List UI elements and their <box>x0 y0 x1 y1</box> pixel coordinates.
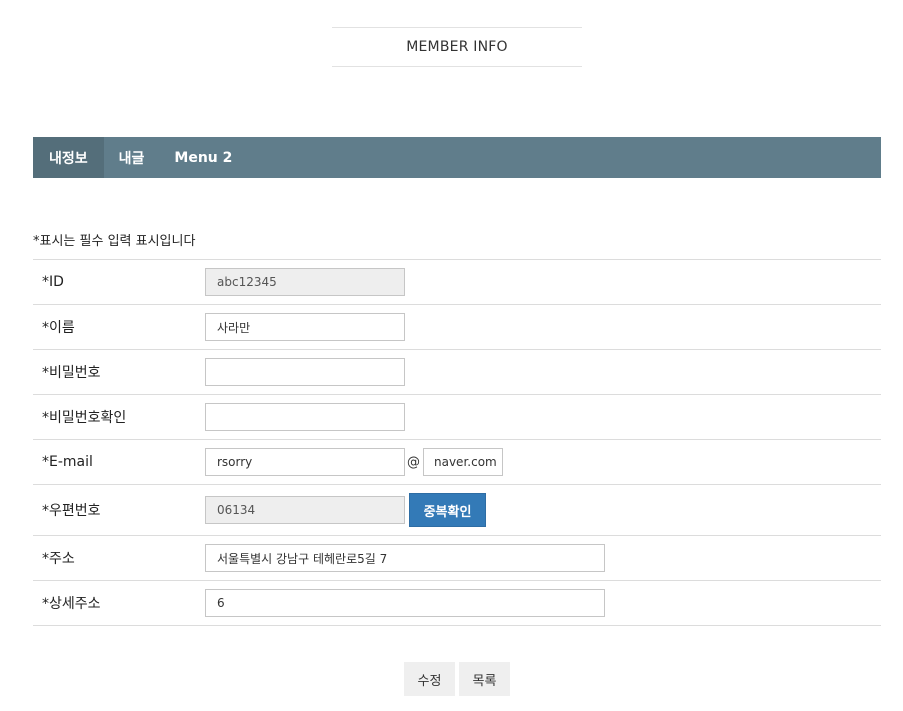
password-confirm-label: *비밀번호확인 <box>42 410 127 426</box>
tab-my-info[interactable]: 내정보 <box>33 137 104 178</box>
tab-my-posts[interactable]: 내글 <box>104 137 160 178</box>
email-user-field[interactable]: rsorry <box>205 448 405 476</box>
list-button[interactable]: 목록 <box>459 662 510 696</box>
page-title-text: MEMBER INFO <box>406 39 508 55</box>
form-row-password-confirm: *비밀번호확인 <box>33 395 881 440</box>
form-row-address-detail: *상세주소 6 <box>33 581 881 626</box>
form-row-password: *비밀번호 <box>33 350 881 395</box>
form-row-name: *이름 사라만 <box>33 305 881 350</box>
zipcode-field: 06134 <box>205 496 405 524</box>
password-field[interactable] <box>205 358 405 386</box>
tab-bar: 내정보 내글 Menu 2 <box>33 137 881 178</box>
duplicate-check-button[interactable]: 중복확인 <box>409 493 486 527</box>
form-row-id: *ID abc12345 <box>33 260 881 305</box>
page-title: MEMBER INFO <box>332 27 582 67</box>
edit-button[interactable]: 수정 <box>404 662 455 696</box>
address-detail-field[interactable]: 6 <box>205 589 605 617</box>
name-field[interactable]: 사라만 <box>205 313 405 341</box>
id-label: *ID <box>42 274 64 290</box>
member-form: *ID abc12345 *이름 사라만 *비밀번호 *비밀번호확인 *E-ma… <box>33 259 881 626</box>
email-at-sign: @ <box>407 454 420 470</box>
form-row-email: *E-mail rsorry @ naver.com <box>33 440 881 485</box>
password-confirm-field[interactable] <box>205 403 405 431</box>
required-notice: *표시는 필수 입력 표시입니다 <box>33 234 196 249</box>
name-label: *이름 <box>42 320 75 336</box>
id-field: abc12345 <box>205 268 405 296</box>
address-field[interactable]: 서울특별시 강남구 테헤란로5길 7 <box>205 544 605 572</box>
email-domain-field[interactable]: naver.com <box>423 448 503 476</box>
form-actions: 수정 목록 <box>404 662 510 696</box>
address-label: *주소 <box>42 551 75 567</box>
email-label: *E-mail <box>42 454 93 470</box>
form-row-zipcode: *우편번호 06134 중복확인 <box>33 485 881 536</box>
password-label: *비밀번호 <box>42 365 101 381</box>
zipcode-label: *우편번호 <box>42 503 101 519</box>
form-row-address: *주소 서울특별시 강남구 테헤란로5길 7 <box>33 536 881 581</box>
address-detail-label: *상세주소 <box>42 596 101 612</box>
tab-menu-2[interactable]: Menu 2 <box>159 137 247 178</box>
